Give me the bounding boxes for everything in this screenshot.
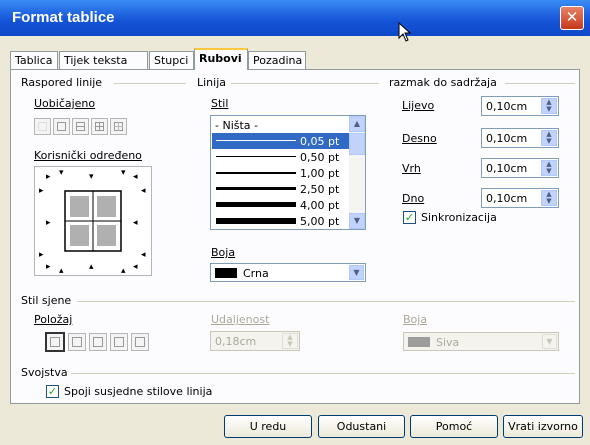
list-item[interactable]: 4,00 pt xyxy=(212,197,350,213)
svg-text:◂: ◂ xyxy=(133,218,138,228)
line-style-scrollbar[interactable]: ▲ ▼ xyxy=(349,116,365,229)
shadow-bottom-left-icon[interactable] xyxy=(110,333,128,351)
svg-text:▸: ▸ xyxy=(46,262,51,272)
spin-arrows-icon[interactable]: ▲ ▼ xyxy=(541,190,557,206)
list-item[interactable]: 1,00 pt xyxy=(212,165,350,181)
reset-button[interactable]: Vrati izvorno xyxy=(503,415,583,438)
top-spacing-input[interactable]: 0,10cm ▲ ▼ xyxy=(481,158,559,178)
cancel-button[interactable]: Odustani xyxy=(318,415,405,438)
tab-background[interactable]: Pozadina xyxy=(248,51,306,69)
list-item[interactable]: 5,00 pt xyxy=(212,213,350,229)
color-swatch xyxy=(215,268,237,278)
border-none-icon[interactable] xyxy=(34,118,51,135)
mouse-cursor-icon xyxy=(398,22,412,42)
shadow-bottom-right-icon[interactable] xyxy=(68,333,86,351)
svg-text:▾: ▾ xyxy=(89,172,94,182)
tab-borders[interactable]: Rubovi xyxy=(194,48,248,70)
line-color-select[interactable]: Crna ▼ xyxy=(210,263,366,282)
separator xyxy=(77,301,575,302)
style-label: Stil xyxy=(211,97,229,110)
format-table-dialog: Format tablice ✕ Tablica Tijek teksta St… xyxy=(0,0,590,445)
svg-text:◂: ◂ xyxy=(133,172,138,182)
shadow-heading: Stil sjene xyxy=(21,294,72,307)
line-arrangement-heading: Raspored linije xyxy=(21,76,103,89)
svg-text:▸: ▸ xyxy=(46,172,51,182)
merge-line-styles-checkbox[interactable]: ✓ xyxy=(46,385,59,398)
border-all-icon[interactable] xyxy=(91,118,108,135)
svg-text:▾: ▾ xyxy=(59,168,64,178)
svg-text:◂: ◂ xyxy=(141,250,146,260)
line-heading: Linija xyxy=(197,76,227,89)
right-spacing-label: Desno xyxy=(402,132,437,145)
separator xyxy=(505,83,575,84)
ok-button[interactable]: U redu xyxy=(224,415,312,438)
list-item[interactable]: 0,05 pt xyxy=(212,133,350,149)
list-item[interactable]: 0,50 pt xyxy=(212,149,350,165)
spin-arrows-icon[interactable]: ▲ ▼ xyxy=(282,333,298,349)
left-spacing-input[interactable]: 0,10cm ▲ ▼ xyxy=(481,96,559,116)
user-defined-label: Korisnički određeno xyxy=(34,149,142,162)
svg-text:▸: ▸ xyxy=(39,250,44,260)
separator xyxy=(114,83,186,84)
top-spacing-label: Vrh xyxy=(402,162,421,175)
sync-label: Sinkronizacija xyxy=(421,211,497,224)
svg-text:▴: ▴ xyxy=(121,266,126,275)
borders-panel: Raspored linije Uobičajeno Korisnički od… xyxy=(10,69,580,404)
line-color-value: Crna xyxy=(243,267,269,280)
spin-arrows-icon[interactable]: ▲ ▼ xyxy=(541,130,557,146)
svg-text:▸: ▸ xyxy=(39,186,44,196)
scroll-up-icon[interactable]: ▲ xyxy=(349,116,365,132)
shadow-top-right-icon[interactable] xyxy=(89,333,107,351)
list-item[interactable]: 2,50 pt xyxy=(212,181,350,197)
spacing-heading: razmak do sadržaja xyxy=(389,76,497,89)
list-item[interactable]: - Ništa - xyxy=(212,117,350,133)
window-title: Format tablice xyxy=(12,9,115,26)
shadow-color-value: Siva xyxy=(436,336,460,349)
svg-text:▴: ▴ xyxy=(89,262,94,272)
title-bar[interactable]: Format tablice ✕ xyxy=(0,0,590,36)
shadow-color-select[interactable]: Siva ▼ xyxy=(403,332,559,351)
svg-text:▾: ▾ xyxy=(121,168,126,178)
border-outer-horizontal-icon[interactable] xyxy=(72,118,89,135)
border-preview[interactable]: ▸ ▾ ◂ ▸ ◂ ▸ ▴ ◂ ▾ ▾ ▴ ▴ ▸ ▸ ◂ ◂ xyxy=(34,166,152,276)
svg-text:◂: ◂ xyxy=(133,262,138,272)
separator xyxy=(71,373,575,374)
border-preview-canvas: ▸ ▾ ◂ ▸ ◂ ▸ ▴ ◂ ▾ ▾ ▴ ▴ ▸▸ ◂◂ xyxy=(39,168,146,276)
bottom-spacing-label: Dno xyxy=(402,192,425,205)
border-outer-inner-icon[interactable] xyxy=(110,118,127,135)
tab-text-flow[interactable]: Tijek teksta xyxy=(59,51,148,69)
spin-arrows-icon[interactable]: ▲ ▼ xyxy=(541,160,557,176)
help-button[interactable]: Pomoć xyxy=(410,415,498,438)
shadow-top-left-icon[interactable] xyxy=(131,333,149,351)
shadow-distance-input[interactable]: 0,18cm ▲ ▼ xyxy=(210,331,300,351)
chevron-down-icon[interactable]: ▼ xyxy=(542,334,557,349)
shadow-none-icon[interactable] xyxy=(45,332,65,352)
merge-line-styles-label: Spoji susjedne stilove linija xyxy=(64,385,213,398)
line-style-list[interactable]: - Ništa - 0,05 pt 0,50 pt 1,00 pt 2,50 p… xyxy=(210,115,366,230)
left-spacing-label: Lijevo xyxy=(402,99,435,112)
scroll-thumb[interactable] xyxy=(349,133,365,155)
line-color-label: Boja xyxy=(211,246,236,259)
shadow-color-label: Boja xyxy=(403,313,428,326)
color-swatch xyxy=(408,337,430,347)
right-spacing-input[interactable]: 0,10cm ▲ ▼ xyxy=(481,128,559,148)
scroll-down-icon[interactable]: ▼ xyxy=(349,213,365,229)
tab-columns[interactable]: Stupci xyxy=(149,51,194,69)
properties-heading: Svojstva xyxy=(21,366,68,379)
tab-table[interactable]: Tablica xyxy=(10,51,58,69)
close-icon[interactable]: ✕ xyxy=(560,6,584,30)
bottom-spacing-input[interactable]: 0,10cm ▲ ▼ xyxy=(481,188,559,208)
chevron-down-icon[interactable]: ▼ xyxy=(349,265,364,280)
separator xyxy=(231,83,379,84)
svg-text:◂: ◂ xyxy=(141,186,146,196)
shadow-position-label: Položaj xyxy=(34,313,73,326)
sync-checkbox[interactable]: ✓ xyxy=(403,211,416,224)
default-label: Uobičajeno xyxy=(34,97,96,110)
svg-text:▴: ▴ xyxy=(59,266,64,275)
border-outer-icon[interactable] xyxy=(53,118,70,135)
spin-arrows-icon[interactable]: ▲ ▼ xyxy=(541,98,557,114)
shadow-distance-label: Udaljenost xyxy=(211,313,270,326)
svg-text:▸: ▸ xyxy=(46,218,51,228)
